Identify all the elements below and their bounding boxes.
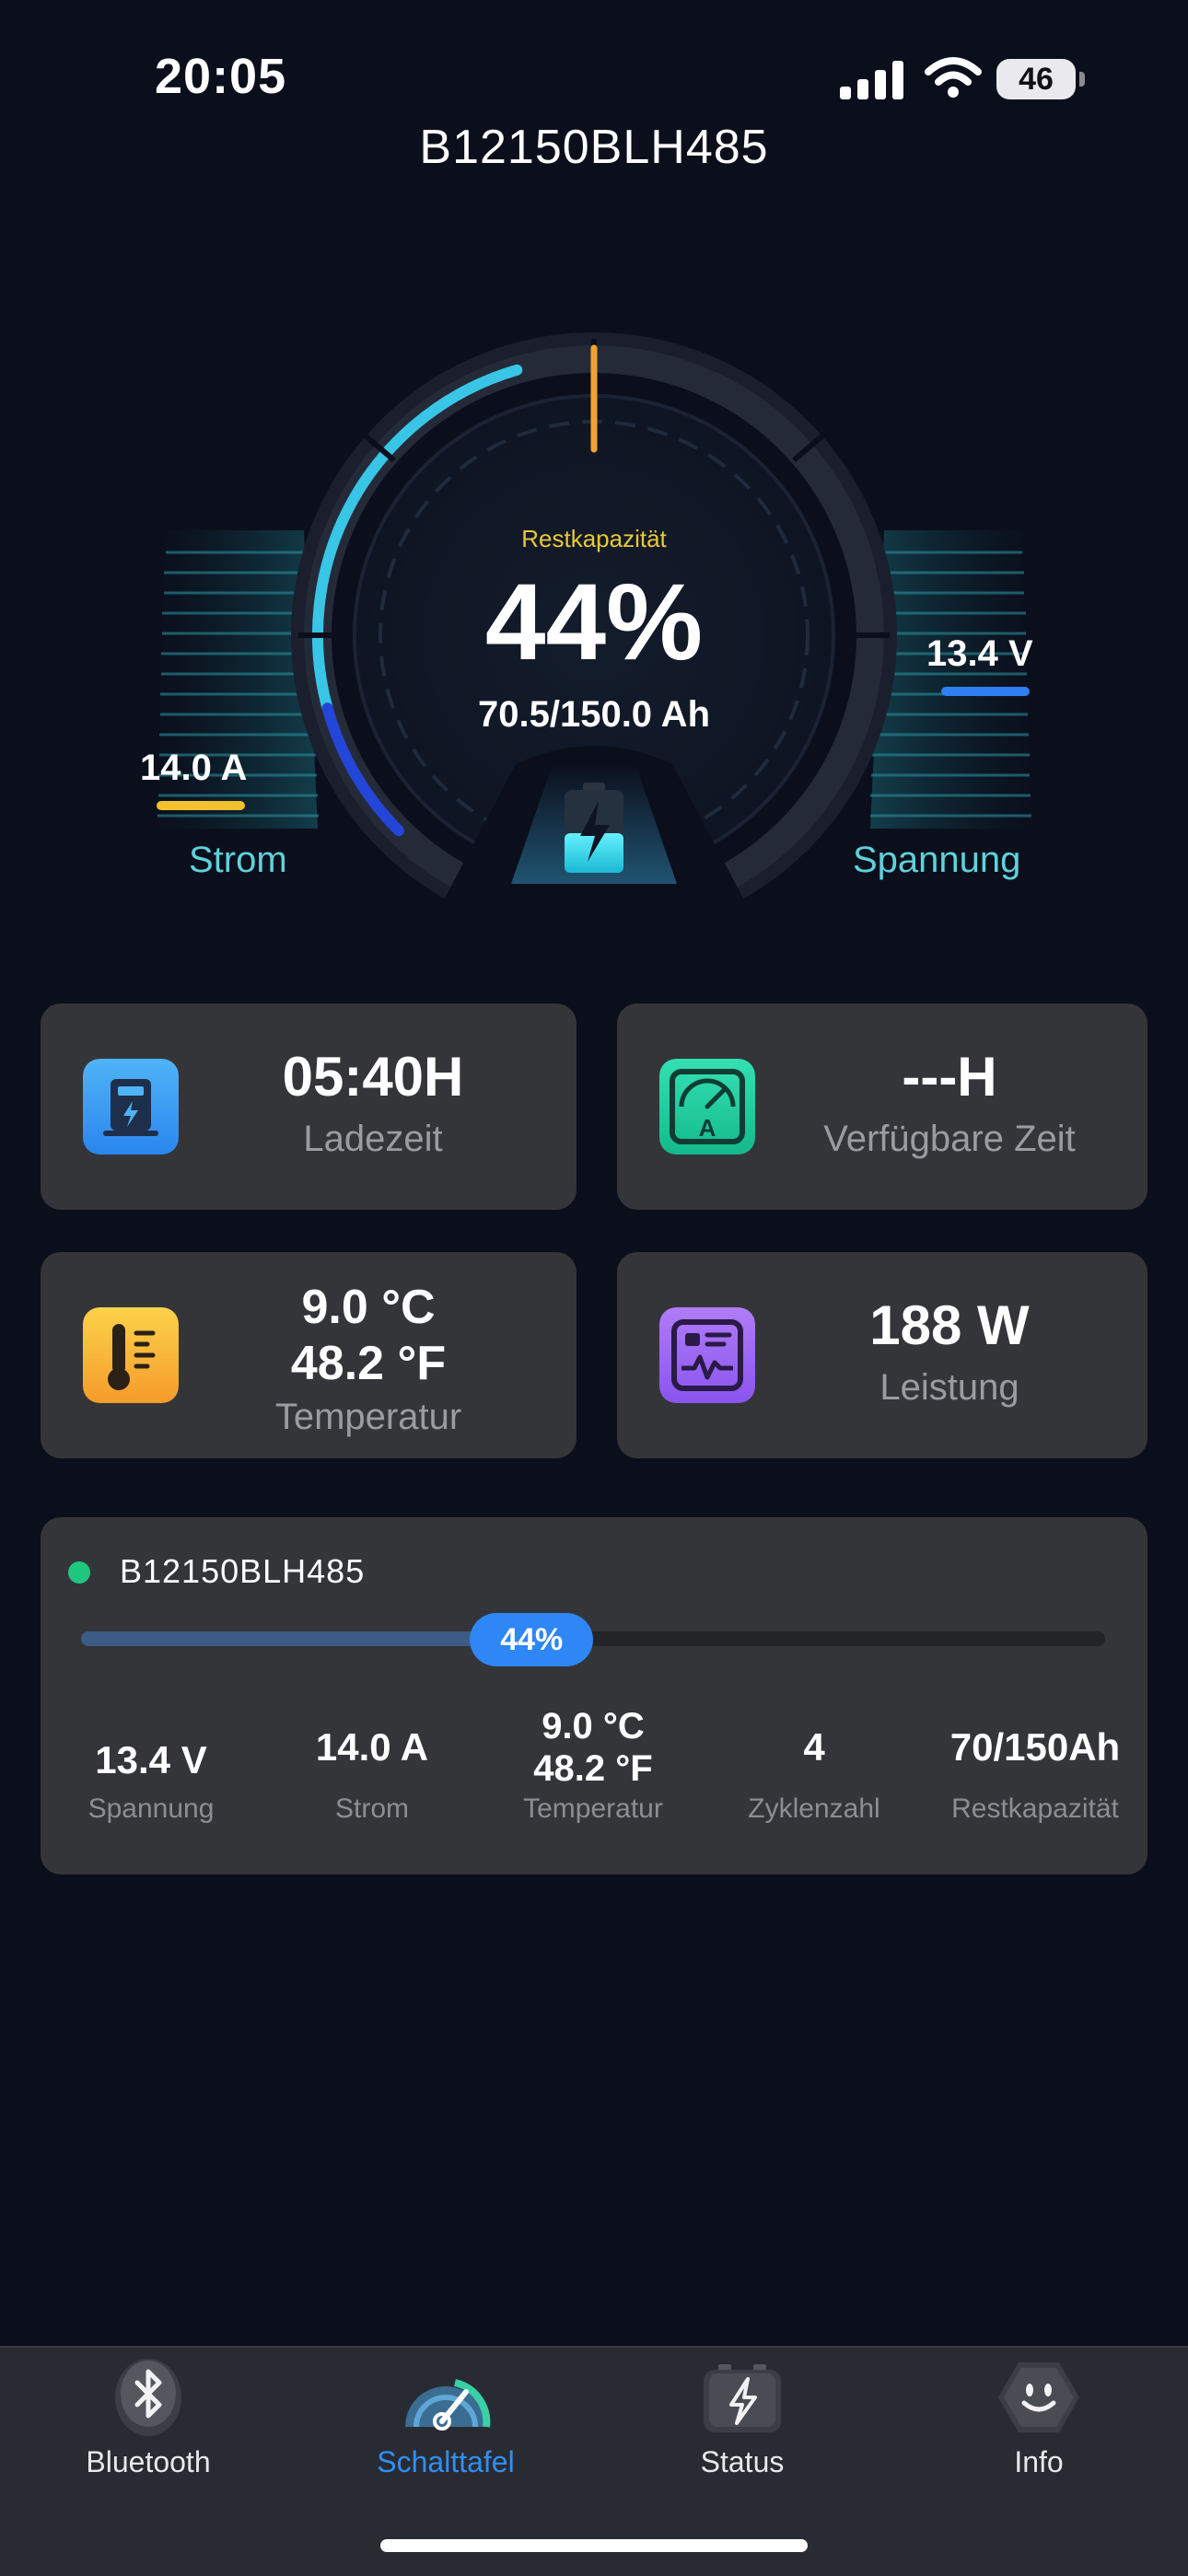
stat-temperature-fahrenheit: 48.2 °F [533, 1748, 653, 1789]
charge-time-card: 05:40H Ladezeit [41, 1004, 577, 1210]
capacity-progress-badge: 44% [470, 1613, 594, 1666]
temperature-fahrenheit: 48.2 °F [290, 1337, 447, 1391]
battery-charging-icon [565, 783, 623, 873]
tab-info-label: Info [1014, 2445, 1064, 2478]
tab-bluetooth[interactable]: Bluetooth [38, 2353, 259, 2479]
stat-voltage-label: Spannung [87, 1793, 215, 1825]
available-time-value: ---H [902, 1046, 997, 1108]
capacity-progress-fill [81, 1631, 532, 1646]
thermometer-icon [83, 1307, 179, 1403]
temperature-label: Temperatur [274, 1396, 462, 1437]
connection-status-dot [68, 1561, 90, 1584]
cellular-signal-icon [840, 61, 903, 99]
tab-bluetooth-label: Bluetooth [86, 2445, 211, 2478]
stat-cycles-value: 4 [803, 1725, 825, 1769]
stat-current: 14.0 A Strom [262, 1725, 483, 1825]
voltage-label: Spannung [853, 840, 1021, 880]
home-indicator[interactable] [380, 2539, 808, 2552]
voltage-bar [941, 687, 1030, 696]
dashboard-gauge-icon [405, 2379, 491, 2431]
tab-status[interactable]: Status [632, 2353, 853, 2479]
voltage-side-panel [870, 530, 1031, 829]
current-bar [157, 801, 245, 810]
tab-info[interactable]: Info [928, 2353, 1149, 2479]
charger-icon [83, 1059, 179, 1155]
power-value: 188 W [869, 1294, 1030, 1356]
bluetooth-icon [115, 2359, 181, 2436]
wifi-icon [925, 57, 982, 98]
voltage-value: 13.4 V [926, 633, 1033, 674]
available-time-label: Verfügbare Zeit [823, 1119, 1076, 1159]
power-card: 188 W Leistung [617, 1252, 1147, 1458]
stat-current-label: Strom [334, 1793, 409, 1825]
temperature-celsius: 9.0 °C [301, 1281, 436, 1334]
device-title: B12150BLH485 [419, 121, 769, 174]
tab-status-label: Status [700, 2445, 785, 2478]
tab-schalttafel-label: Schalttafel [377, 2445, 515, 2478]
stat-remaining-capacity-label: Restkapazität [951, 1793, 1119, 1825]
gauge-caption: Restkapazität [521, 525, 667, 552]
panel-device-name: B12150BLH485 [120, 1552, 366, 1590]
battery-nub [1079, 72, 1085, 87]
stat-voltage: 13.4 V Spannung [41, 1738, 262, 1825]
capacity-ah: 70.5/150.0 Ah [477, 694, 710, 735]
power-monitor-icon [659, 1307, 755, 1403]
stat-current-value: 14.0 A [315, 1725, 429, 1769]
meter-icon: A [659, 1059, 755, 1155]
battery-status-icon [704, 2364, 781, 2432]
stat-temperature: 9.0 °C 48.2 °F Temperatur [483, 1705, 704, 1825]
current-label: Strom [189, 840, 287, 880]
stat-temperature-label: Temperatur [523, 1793, 663, 1824]
current-value: 14.0 A [140, 748, 248, 788]
available-time-card: A ---H Verfügbare Zeit [617, 1004, 1147, 1210]
battery-indicator: 46 [996, 59, 1076, 99]
stat-cycles: 4 Zyklenzahl [704, 1725, 925, 1825]
status-time: 20:05 [155, 49, 287, 104]
temperature-card: 9.0 °C 48.2 °F Temperatur [41, 1252, 577, 1458]
stat-remaining-capacity-value: 70/150Ah [949, 1725, 1121, 1769]
charge-time-value: 05:40H [282, 1046, 464, 1108]
capacity-percent: 44% [484, 562, 704, 683]
stat-temperature-celsius: 9.0 °C [542, 1706, 645, 1746]
stat-remaining-capacity: 70/150Ah Restkapazität [925, 1725, 1146, 1825]
tab-schalttafel[interactable]: Schalttafel [335, 2353, 556, 2479]
svg-text:A: A [699, 1114, 716, 1142]
stat-cycles-label: Zyklenzahl [748, 1793, 880, 1825]
charge-time-label: Ladezeit [303, 1119, 443, 1159]
stat-voltage-value: 13.4 V [95, 1738, 207, 1781]
smiley-icon [998, 2362, 1079, 2432]
power-label: Leistung [879, 1367, 1019, 1408]
